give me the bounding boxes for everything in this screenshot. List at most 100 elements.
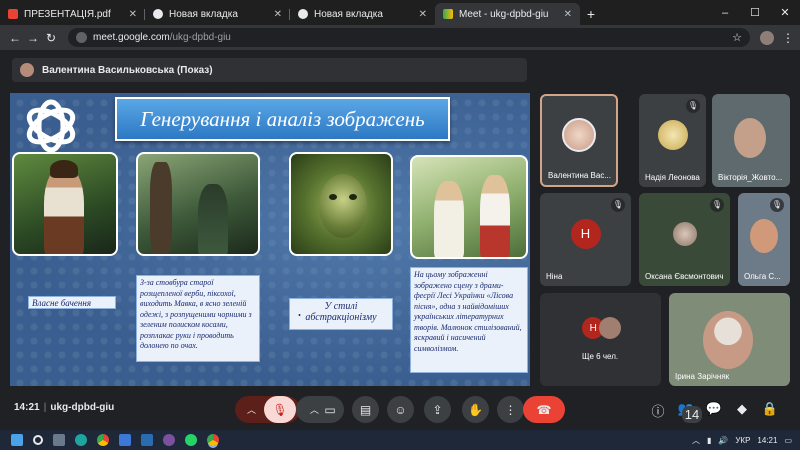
mic-off-icon: 🎙: [710, 198, 724, 212]
video-face: [750, 219, 778, 253]
chevron-up-icon[interactable]: ︿: [239, 403, 264, 416]
avatar: [672, 221, 697, 246]
present-button[interactable]: ⇪: [424, 396, 451, 423]
participant-tile[interactable]: 🎙 Оксана Євсмонтович: [639, 193, 730, 286]
participant-name: Вікторія_Жовто...: [718, 173, 783, 182]
tray-chevron-icon[interactable]: ︿: [692, 435, 700, 446]
participant-tile[interactable]: Вікторія_Жовто...: [712, 94, 790, 187]
volume-icon[interactable]: 🔊: [718, 436, 728, 445]
participant-name: Оксана Євсмонтович: [645, 272, 724, 281]
camera-icon[interactable]: ▭: [324, 403, 335, 417]
viber-icon[interactable]: [163, 434, 175, 446]
bullet-dot: •: [298, 311, 301, 320]
chrome-taskbar-icon[interactable]: [97, 434, 109, 446]
avatar: [562, 118, 596, 153]
close-icon[interactable]: ✕: [419, 9, 427, 20]
chevron-up-icon[interactable]: ︿: [304, 403, 324, 416]
chat-icon[interactable]: 💬: [700, 401, 728, 432]
reactions-button[interactable]: ☺: [387, 396, 414, 423]
windows-start-icon[interactable]: [11, 434, 23, 446]
more-participants-tile[interactable]: Н Ще 6 чел.: [540, 293, 661, 386]
caption-abstract-text: У стилі абстракціонізму: [305, 301, 377, 323]
image-young-man: [12, 152, 118, 256]
search-icon[interactable]: [33, 435, 43, 445]
tab-title: Новая вкладка: [169, 8, 238, 20]
presenter-chip: Валентина Васильковська (Показ): [12, 58, 527, 82]
avatar: Н: [570, 218, 601, 249]
participant-name: Надія Леонова: [645, 173, 700, 182]
mic-toggle-button[interactable]: 🎙: [264, 396, 296, 423]
mic-off-icon: 🎙: [611, 198, 625, 212]
system-tray: ︿ ▮ 🔊 УКР 14:21 ▭: [692, 435, 800, 446]
mic-off-icon: 🎙: [770, 198, 784, 212]
caption-own-vision: Власне бачення: [28, 296, 116, 309]
notifications-icon[interactable]: ▭: [784, 436, 792, 445]
meeting-time: 14:21: [14, 402, 40, 413]
reload-icon[interactable]: ↻: [42, 31, 60, 45]
close-icon[interactable]: ✕: [274, 9, 282, 20]
participant-tile[interactable]: Валентина Вас...: [540, 94, 618, 187]
security-icon[interactable]: [119, 434, 131, 446]
meeting-info: 14:21 | ukg-dpbd-giu: [14, 402, 115, 413]
chrome-active-icon[interactable]: [207, 434, 219, 446]
participant-tile[interactable]: Ірина Зарічняк: [669, 293, 790, 386]
leave-call-button[interactable]: ☎: [523, 396, 565, 423]
tab-new-1[interactable]: Новая вкладка ✕: [145, 3, 290, 25]
shared-presentation: Генерування і аналіз зображень Власне ба…: [10, 93, 530, 386]
clock[interactable]: 14:21: [757, 436, 777, 445]
hand-icon: ✋: [468, 402, 483, 417]
image-forest-spirit-face: [289, 152, 393, 256]
site-info-icon[interactable]: [76, 32, 87, 43]
tab-pdf[interactable]: ПРЕЗЕНТАЦІЯ.pdf ✕: [0, 3, 145, 25]
participant-tile[interactable]: Н 🎙 Ніна: [540, 193, 631, 286]
participant-name: Ольга С...: [744, 272, 781, 281]
participant-tile[interactable]: 🎙 Надія Леонова: [639, 94, 706, 187]
chrome-icon: [153, 9, 163, 19]
image-forest-song-scene: [410, 155, 528, 259]
network-icon[interactable]: ▮: [707, 436, 711, 445]
info-icon[interactable]: ⓘ: [644, 401, 672, 432]
video-face: [734, 118, 766, 158]
back-icon[interactable]: ←: [6, 31, 24, 45]
emoji-icon: ☺: [394, 402, 407, 417]
activities-icon[interactable]: ◆: [728, 401, 756, 432]
tab-title: Новая вкладка: [314, 8, 383, 20]
url-host: meet.google.com: [93, 32, 170, 43]
hang-up-icon: ☎: [536, 402, 552, 417]
windows-taskbar: ︿ ▮ 🔊 УКР 14:21 ▭: [0, 430, 800, 450]
host-controls-icon[interactable]: 🔒: [756, 401, 784, 432]
captions-icon: ▤: [359, 402, 372, 417]
tab-title: ПРЕЗЕНТАЦІЯ.pdf: [24, 8, 111, 20]
new-tab-button[interactable]: +: [580, 3, 602, 25]
video-face: [703, 311, 753, 369]
meeting-code: ukg-dpbd-giu: [50, 402, 115, 413]
language-indicator[interactable]: УКР: [735, 436, 750, 445]
slide-title: Генерування і аналіз зображень: [115, 97, 450, 141]
close-icon[interactable]: ✕: [129, 9, 137, 20]
meet-icon: [443, 9, 453, 19]
people-icon[interactable]: 👥14: [672, 401, 703, 432]
edge-icon[interactable]: [75, 434, 87, 446]
close-window-button[interactable]: ✕: [770, 6, 800, 19]
bookmark-star-icon[interactable]: ☆: [732, 31, 742, 44]
profile-avatar[interactable]: [760, 30, 774, 45]
whatsapp-icon[interactable]: [185, 434, 197, 446]
close-icon[interactable]: ✕: [564, 9, 572, 20]
url-path: /ukg-dpbd-giu: [169, 32, 231, 43]
raise-hand-button[interactable]: ✋: [462, 396, 489, 423]
tab-new-2[interactable]: Новая вкладка ✕: [290, 3, 435, 25]
image-mavka-willow: [136, 152, 260, 256]
maximize-button[interactable]: ☐: [740, 6, 770, 19]
participant-tile[interactable]: 🎙 Ольга С...: [738, 193, 790, 286]
folder-icon[interactable]: [141, 434, 153, 446]
task-view-icon[interactable]: [53, 434, 65, 446]
avatar: [599, 317, 622, 340]
url-field[interactable]: meet.google.com/ukg-dpbd-giu ☆: [68, 28, 750, 47]
camera-control: ︿ ▭: [296, 396, 344, 423]
forward-icon[interactable]: →: [24, 31, 42, 45]
captions-button[interactable]: ▤: [352, 396, 379, 423]
browser-menu-icon[interactable]: ⋮: [782, 31, 794, 45]
minimize-button[interactable]: –: [710, 7, 740, 19]
more-options-button[interactable]: ⋮: [497, 396, 524, 423]
tab-meet[interactable]: Meet - ukg-dpbd-giu ✕: [435, 3, 580, 25]
